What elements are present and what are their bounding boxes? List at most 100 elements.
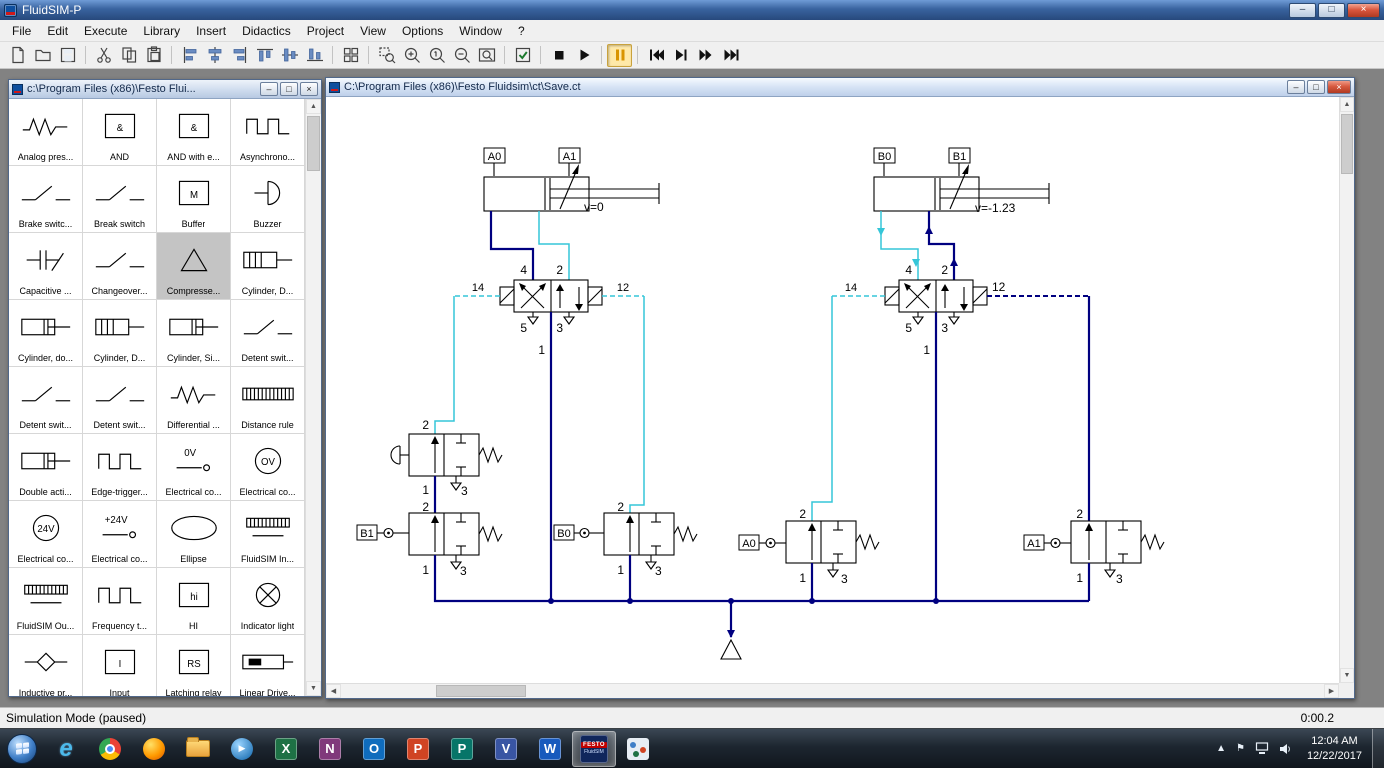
show-desktop-button[interactable] (1372, 729, 1384, 768)
library-item-differential[interactable]: Differential ... (157, 367, 231, 434)
scroll-down-icon[interactable]: ▼ (1340, 668, 1354, 683)
library-scrollbar-thumb[interactable] (307, 116, 320, 171)
media-player[interactable]: ▶ (220, 731, 264, 767)
single-step-icon[interactable] (668, 44, 693, 67)
scroll-left-icon[interactable]: ◀ (326, 684, 341, 698)
zoom-original-icon[interactable] (424, 44, 449, 67)
powerpoint[interactable]: P (396, 731, 440, 767)
library-item-hi[interactable]: hi HI (157, 568, 231, 635)
menu-execute[interactable]: Execute (76, 21, 135, 41)
scroll-up-icon[interactable]: ▲ (1340, 97, 1354, 112)
scroll-right-icon[interactable]: ▶ (1324, 684, 1339, 698)
zoom-selection-icon[interactable] (374, 44, 399, 67)
stop-icon[interactable] (546, 44, 571, 67)
library-scrollbar[interactable]: ▲ ▼ (305, 99, 321, 696)
library-item-distance-rule[interactable]: Distance rule (231, 367, 305, 434)
menu-file[interactable]: File (4, 21, 39, 41)
menu-options[interactable]: Options (394, 21, 451, 41)
outlook[interactable]: O (352, 731, 396, 767)
zoom-in-icon[interactable] (399, 44, 424, 67)
paint[interactable] (616, 731, 660, 767)
firefox[interactable] (132, 731, 176, 767)
library-item-and-with-e[interactable]: & AND with e... (157, 99, 231, 166)
library-item-buzzer[interactable]: Buzzer (231, 166, 305, 233)
circuit-restore-button[interactable]: □ (1307, 80, 1325, 94)
library-item-brake-switc[interactable]: Brake switc... (9, 166, 83, 233)
library-item-detent-swit[interactable]: Detent swit... (83, 367, 157, 434)
library-item-detent-swit[interactable]: Detent swit... (231, 300, 305, 367)
library-item-fluidsim-ou[interactable]: FluidSIM Ou... (9, 568, 83, 635)
library-item-cylinder-do[interactable]: Cylinder, do... (9, 300, 83, 367)
open-folder-icon[interactable] (30, 44, 55, 67)
library-item-cylinder-d[interactable]: Cylinder, D... (83, 300, 157, 367)
library-close-button[interactable]: × (300, 82, 318, 96)
menu-library[interactable]: Library (135, 21, 188, 41)
zoom-out-icon[interactable] (449, 44, 474, 67)
onenote[interactable]: N (308, 731, 352, 767)
library-item-asynchrono[interactable]: Asynchrono... (231, 99, 305, 166)
library-item-electrical-co[interactable]: +24V Electrical co... (83, 501, 157, 568)
align-top-icon[interactable] (252, 44, 277, 67)
library-item-ellipse[interactable]: Ellipse (157, 501, 231, 568)
fluidsim[interactable]: FESTO FluidSIM (572, 730, 616, 767)
maximize-button[interactable]: □ (1318, 2, 1345, 18)
align-center-horizontal-icon[interactable] (202, 44, 227, 67)
library-item-fluidsim-in[interactable]: FluidSIM In... (231, 501, 305, 568)
minimize-button[interactable]: – (1289, 2, 1316, 18)
library-item-cylinder-si[interactable]: Cylinder, Si... (157, 300, 231, 367)
library-item-buffer[interactable]: M Buffer (157, 166, 231, 233)
circuit-horizontal-scrollbar[interactable]: ◀ ▶ (326, 683, 1339, 698)
library-item-compresse[interactable]: Compresse... (157, 233, 231, 300)
close-button[interactable]: × (1347, 2, 1380, 18)
network-icon[interactable] (1255, 742, 1269, 755)
menu-project[interactable]: Project (299, 21, 352, 41)
library-item-latching-relay[interactable]: RS Latching relay (157, 635, 231, 696)
zoom-fit-icon[interactable] (474, 44, 499, 67)
library-item-and[interactable]: & AND (83, 99, 157, 166)
copy-icon[interactable] (116, 44, 141, 67)
taskbar-clock[interactable]: 12:04 AM 12/22/2017 (1307, 734, 1362, 763)
menu-view[interactable]: View (352, 21, 394, 41)
publisher[interactable]: P (440, 731, 484, 767)
library-item-capacitive[interactable]: Capacitive ... (9, 233, 83, 300)
volume-icon[interactable] (1279, 743, 1292, 755)
reset-icon[interactable] (643, 44, 668, 67)
chrome[interactable] (88, 731, 132, 767)
library-item-detent-swit[interactable]: Detent swit... (9, 367, 83, 434)
align-bottom-icon[interactable] (302, 44, 327, 67)
circuit-vertical-scrollbar[interactable]: ▲ ▼ (1339, 97, 1354, 683)
circuit-hscroll-thumb[interactable] (436, 685, 526, 697)
library-window-titlebar[interactable]: c:\Program Files (x86)\Festo Flui... – □… (9, 80, 321, 99)
library-item-break-switch[interactable]: Break switch (83, 166, 157, 233)
cut-icon[interactable] (91, 44, 116, 67)
library-item-input[interactable]: I Input (83, 635, 157, 696)
library-item-electrical-co[interactable]: OV Electrical co... (231, 434, 305, 501)
menu-didactics[interactable]: Didactics (234, 21, 299, 41)
library-item-indicator-light[interactable]: Indicator light (231, 568, 305, 635)
align-right-icon[interactable] (227, 44, 252, 67)
paste-icon[interactable] (141, 44, 166, 67)
circuit-minimize-button[interactable]: – (1287, 80, 1305, 94)
grid-icon[interactable] (338, 44, 363, 67)
start-button[interactable] (0, 731, 44, 767)
internet-explorer[interactable]: e (44, 731, 88, 767)
visio[interactable]: V (484, 731, 528, 767)
menu-edit[interactable]: Edit (39, 21, 76, 41)
circuit-check-icon[interactable] (510, 44, 535, 67)
pause-icon[interactable] (607, 43, 632, 67)
align-center-vertical-icon[interactable] (277, 44, 302, 67)
circuit-canvas[interactable]: A0 A1 v=0 4 2 14 12 5 3 1 2 1 3 B1 2 1 3… (326, 97, 1339, 682)
menu-help[interactable]: ? (510, 21, 533, 41)
action-center-flag-icon[interactable]: ⚑ (1236, 743, 1245, 754)
windows-explorer[interactable] (176, 731, 220, 767)
library-item-edge-trigger[interactable]: Edge-trigger... (83, 434, 157, 501)
library-minimize-button[interactable]: – (260, 82, 278, 96)
align-left-icon[interactable] (177, 44, 202, 67)
circuit-vscroll-thumb[interactable] (1341, 114, 1353, 174)
library-item-electrical-co[interactable]: 0V Electrical co... (157, 434, 231, 501)
next-topic-icon[interactable] (718, 44, 743, 67)
library-item-changeover[interactable]: Changeover... (83, 233, 157, 300)
library-item-electrical-co[interactable]: 24V Electrical co... (9, 501, 83, 568)
menu-window[interactable]: Window (451, 21, 510, 41)
excel[interactable]: X (264, 731, 308, 767)
